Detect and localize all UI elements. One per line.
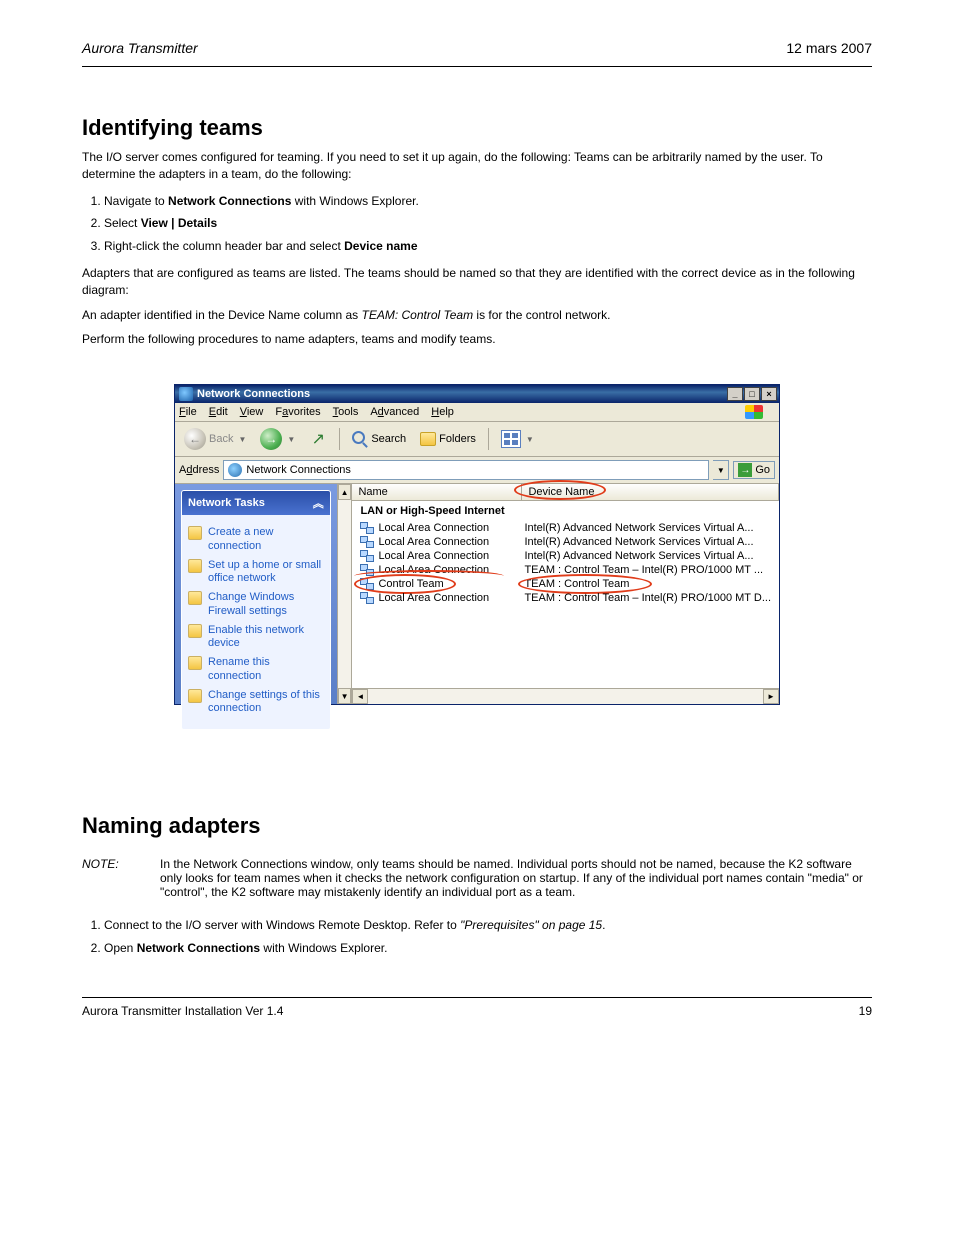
header-rule bbox=[82, 66, 872, 67]
task-item-5[interactable]: Change settings of this connection bbox=[188, 689, 324, 717]
window-body: Network Tasks︽ Create a new connection Set… bbox=[175, 484, 779, 704]
network-adapter-icon bbox=[360, 522, 374, 534]
up-button[interactable]: ↗ bbox=[304, 427, 332, 451]
teams-para-3: An adapter identified in the Device Name… bbox=[82, 307, 872, 324]
teams-para-2: Adapters that are configured as teams ar… bbox=[82, 265, 872, 299]
list-area: NameDevice NameLAN or High-Speed Interne… bbox=[351, 484, 779, 704]
folders-button[interactable]: Folders bbox=[415, 429, 481, 449]
chevron-up-icon: ︽ bbox=[313, 495, 324, 511]
naming-steps: Connect to the I/O server with Windows R… bbox=[104, 917, 872, 957]
sidebar: Network Tasks︽ Create a new connection Set… bbox=[175, 484, 337, 704]
header-doc-title: Aurora Transmitter bbox=[82, 40, 198, 56]
address-dropdown[interactable]: ▼ bbox=[713, 460, 729, 480]
naming-step-1: Connect to the I/O server with Windows R… bbox=[104, 917, 872, 934]
network-tasks-header[interactable]: Network Tasks︽ bbox=[182, 491, 330, 515]
network-tasks-panel: Network Tasks︽ Create a new connection Set… bbox=[181, 490, 331, 730]
menu-help[interactable]: Help bbox=[431, 406, 454, 418]
window-title: Network Connections bbox=[197, 388, 310, 400]
back-button[interactable]: ←Back▼ bbox=[179, 425, 251, 453]
column-header-name[interactable]: Name bbox=[352, 484, 522, 500]
list-row[interactable]: Local Area ConnectionIntel(R) Advanced N… bbox=[352, 535, 779, 549]
menubar: File Edit View Favorites Tools Advanced Help bbox=[175, 403, 779, 422]
toolbar: ←Back▼→▼↗ SearchFolders ▼ bbox=[175, 422, 779, 457]
forward-button[interactable]: →▼ bbox=[255, 425, 300, 453]
search-button[interactable]: Search bbox=[347, 428, 411, 450]
menu-view[interactable]: View bbox=[240, 406, 264, 418]
list-row[interactable]: Local Area ConnectionTEAM : Control Team… bbox=[352, 591, 779, 605]
note-label: NOTE: bbox=[82, 857, 142, 899]
search-icon bbox=[352, 431, 368, 447]
go-button[interactable]: →Go bbox=[733, 461, 775, 479]
address-label: Address bbox=[179, 464, 219, 476]
task-icon bbox=[188, 656, 202, 670]
task-item-3[interactable]: Enable this network device bbox=[188, 624, 324, 652]
task-item-0[interactable]: Create a new connection bbox=[188, 526, 324, 554]
note-text: In the Network Connections window, only … bbox=[160, 857, 872, 899]
maximize-button[interactable]: □ bbox=[744, 387, 760, 401]
footer-doc-title: Aurora Transmitter Installation Ver 1.4 bbox=[82, 1004, 283, 1018]
network-connections-icon bbox=[179, 387, 193, 401]
network-adapter-icon bbox=[360, 550, 374, 562]
header-date: 12 mars 2007 bbox=[786, 40, 872, 56]
menu-tools[interactable]: Tools bbox=[333, 406, 359, 418]
network-adapter-icon bbox=[360, 592, 374, 604]
footer-rule bbox=[82, 997, 872, 998]
task-icon bbox=[188, 624, 202, 638]
teams-step-3: Right-click the column header bar and se… bbox=[104, 238, 872, 255]
note-block: NOTE: In the Network Connections window,… bbox=[82, 857, 872, 899]
list-row[interactable]: Local Area ConnectionIntel(R) Advanced N… bbox=[352, 521, 779, 535]
close-button[interactable]: × bbox=[761, 387, 777, 401]
minimize-button[interactable]: _ bbox=[727, 387, 743, 401]
network-adapter-icon bbox=[360, 536, 374, 548]
teams-step-2: Select View | Details bbox=[104, 215, 872, 232]
views-button[interactable]: ▼ bbox=[496, 427, 539, 451]
column-header-device[interactable]: Device Name bbox=[522, 484, 779, 500]
list-row[interactable]: Local Area ConnectionIntel(R) Advanced N… bbox=[352, 549, 779, 563]
go-arrow-icon: → bbox=[738, 463, 752, 477]
horizontal-scrollbar[interactable]: ◄► bbox=[352, 688, 779, 704]
network-connections-window: Network Connections _□× File Edit View Favori… bbox=[174, 384, 780, 705]
task-item-4[interactable]: Rename this connection bbox=[188, 656, 324, 684]
task-icon bbox=[188, 559, 202, 573]
page-number: 19 bbox=[859, 1004, 872, 1018]
network-adapter-icon bbox=[360, 564, 374, 576]
vertical-scrollbar[interactable]: ▲▼ bbox=[337, 484, 352, 704]
titlebar: Network Connections _□× bbox=[175, 385, 779, 403]
folder-icon bbox=[420, 432, 436, 446]
network-adapter-icon bbox=[360, 578, 374, 590]
windows-flag-icon bbox=[745, 405, 763, 419]
teams-para-4: Perform the following procedures to name… bbox=[82, 331, 872, 348]
list-section-title: LAN or High-Speed Internet bbox=[352, 501, 779, 521]
list-row[interactable]: Control TeamTEAM : Control Team bbox=[352, 577, 779, 591]
teams-steps: Navigate to Network Connections with Win… bbox=[104, 193, 872, 255]
list-row[interactable]: Local Area ConnectionTEAM : Control Team… bbox=[352, 563, 779, 577]
task-icon bbox=[188, 526, 202, 540]
column-headers: NameDevice Name bbox=[352, 484, 779, 501]
addressbar: Address Network Connections▼→Go bbox=[175, 457, 779, 484]
section-title-naming-adapters: Naming adapters bbox=[82, 813, 872, 839]
list-body: LAN or High-Speed InternetLocal Area Con… bbox=[352, 501, 779, 688]
teams-intro: The I/O server comes configured for team… bbox=[82, 149, 872, 183]
menu-advanced[interactable]: Advanced bbox=[370, 406, 419, 418]
teams-step-1: Navigate to Network Connections with Win… bbox=[104, 193, 872, 210]
globe-icon bbox=[228, 463, 242, 477]
views-icon bbox=[501, 430, 521, 448]
task-icon bbox=[188, 591, 202, 605]
menu-edit[interactable]: Edit bbox=[209, 406, 228, 418]
task-item-2[interactable]: Change Windows Firewall settings bbox=[188, 591, 324, 619]
naming-step-2: Open Network Connections with Windows Ex… bbox=[104, 940, 872, 957]
section-title-identifying-teams: Identifying teams bbox=[82, 115, 872, 141]
menu-file[interactable]: File bbox=[179, 406, 197, 418]
task-icon bbox=[188, 689, 202, 703]
address-input[interactable]: Network Connections bbox=[223, 460, 709, 480]
task-item-1[interactable]: Set up a home or small office network bbox=[188, 559, 324, 587]
menu-favorites[interactable]: Favorites bbox=[275, 406, 320, 418]
